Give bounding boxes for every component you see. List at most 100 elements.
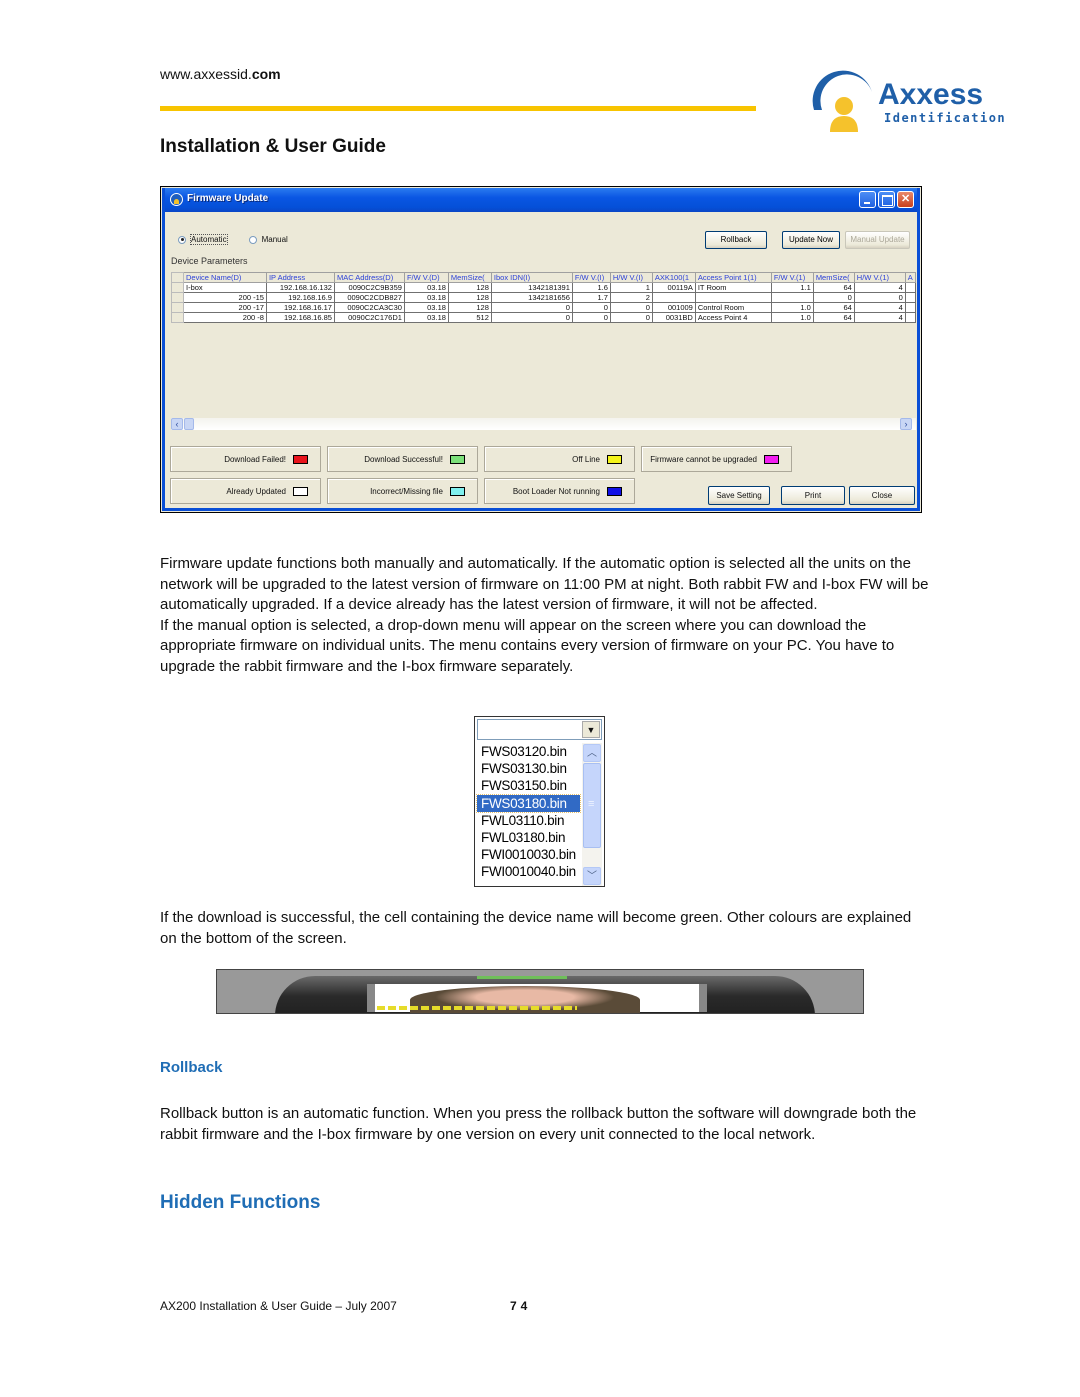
list-scroll-thumb[interactable]: [583, 763, 601, 848]
dropdown-option[interactable]: FWS03150.bin: [477, 777, 580, 794]
dropdown-option[interactable]: FWL03180.bin: [477, 829, 580, 846]
scroll-right-icon[interactable]: ›: [900, 418, 912, 430]
table-cell[interactable]: 128: [447, 282, 492, 293]
table-cell[interactable]: 03.18: [403, 302, 449, 313]
row-header[interactable]: [171, 302, 184, 313]
table-cell[interactable]: 200 -17: [182, 302, 267, 313]
column-header[interactable]: MemSize(: [812, 272, 855, 283]
table-cell[interactable]: 2: [609, 292, 653, 303]
table-cell[interactable]: 0: [490, 312, 573, 323]
rollback-button[interactable]: Rollback: [705, 231, 767, 249]
table-cell[interactable]: 128: [447, 302, 492, 313]
close-button[interactable]: Close: [849, 486, 915, 505]
table-cell[interactable]: 0: [490, 302, 573, 313]
radio-manual[interactable]: [248, 235, 257, 244]
table-cell[interactable]: 0090C2C176D1: [333, 312, 405, 323]
table-cell[interactable]: [904, 312, 917, 323]
table-cell[interactable]: [694, 292, 772, 303]
minimize-icon[interactable]: [859, 191, 876, 208]
table-cell[interactable]: 1.7: [571, 292, 611, 303]
table-cell[interactable]: 1342181391: [490, 282, 573, 293]
column-header[interactable]: H/W V.(I): [609, 272, 653, 283]
table-cell[interactable]: 03.18: [403, 282, 449, 293]
dropdown-option[interactable]: FWS03180.bin: [476, 793, 581, 813]
row-header[interactable]: [171, 312, 184, 323]
table-cell[interactable]: 001009: [651, 302, 696, 313]
row-header[interactable]: [171, 282, 184, 293]
update-now-button[interactable]: Update Now: [782, 231, 840, 249]
table-cell[interactable]: 200 -15: [182, 292, 267, 303]
chevron-down-icon[interactable]: ▼: [582, 721, 600, 738]
table-cell[interactable]: 192.168.16.17: [265, 302, 335, 313]
column-header[interactable]: A: [904, 272, 917, 283]
table-cell[interactable]: 64: [812, 302, 855, 313]
table-cell[interactable]: 03.18: [403, 312, 449, 323]
table-cell[interactable]: IT Room: [694, 282, 772, 293]
table-cell[interactable]: 4: [853, 312, 906, 323]
table-cell[interactable]: 200 -8: [182, 312, 267, 323]
column-header[interactable]: Ibox IDN(I): [490, 272, 573, 283]
firmware-select[interactable]: ▼: [477, 719, 602, 740]
table-cell[interactable]: 0: [812, 292, 855, 303]
table-cell[interactable]: I-box: [182, 282, 267, 293]
table-cell[interactable]: 0: [609, 302, 653, 313]
column-header[interactable]: MemSize(: [447, 272, 492, 283]
table-cell[interactable]: [770, 292, 814, 303]
manual-update-button[interactable]: Manual Update: [845, 231, 910, 249]
table-cell[interactable]: 1342181656: [490, 292, 573, 303]
column-header[interactable]: IP Address: [265, 272, 335, 283]
table-cell[interactable]: 03.18: [403, 292, 449, 303]
table-cell[interactable]: 192.168.16.132: [265, 282, 335, 293]
table-cell[interactable]: [904, 302, 917, 313]
table-cell[interactable]: 0: [571, 302, 611, 313]
table-cell[interactable]: 0: [609, 312, 653, 323]
column-header[interactable]: AXK100(1: [651, 272, 696, 283]
dropdown-option[interactable]: FWI0010030.bin: [477, 846, 580, 863]
table-cell[interactable]: 192.168.16.9: [265, 292, 335, 303]
table-cell[interactable]: 4: [853, 282, 906, 293]
table-cell[interactable]: 192.168.16.85: [265, 312, 335, 323]
horizontal-scrollbar[interactable]: ‹ ›: [171, 418, 916, 430]
column-header[interactable]: H/W V.(1): [853, 272, 906, 283]
scroll-up-icon[interactable]: ︿: [583, 744, 601, 762]
table-cell[interactable]: 1.0: [770, 312, 814, 323]
table-cell[interactable]: [651, 292, 696, 303]
table-cell[interactable]: 1.1: [770, 282, 814, 293]
table-cell[interactable]: 00119A: [651, 282, 696, 293]
print-button[interactable]: Print: [781, 486, 845, 505]
table-row[interactable]: 200 -8 192.168.16.85 0090C2C176D1 03.18 512 0…: [171, 312, 917, 323]
column-header[interactable]: F/W V.(I): [571, 272, 611, 283]
table-cell[interactable]: 1.0: [770, 302, 814, 313]
list-scrollbar[interactable]: ︿ ﹀: [582, 743, 602, 886]
table-cell[interactable]: 0090C2CA3C30: [333, 302, 405, 313]
table-cell[interactable]: 512: [447, 312, 492, 323]
save-setting-button[interactable]: Save Setting: [708, 486, 770, 505]
scroll-down-icon[interactable]: ﹀: [583, 867, 601, 885]
table-cell[interactable]: 0090C2CDB827: [333, 292, 405, 303]
table-cell[interactable]: 0090C2C9B359: [333, 282, 405, 293]
table-cell[interactable]: 0: [853, 292, 906, 303]
scroll-left-icon[interactable]: ‹: [171, 418, 183, 430]
table-row[interactable]: 200 -15 192.168.16.9 0090C2CDB827 03.18 128 1…: [171, 292, 917, 303]
row-header[interactable]: [171, 292, 184, 303]
column-header[interactable]: F/W V.(1): [770, 272, 814, 283]
table-cell[interactable]: Control Room: [694, 302, 772, 313]
radio-manual-label[interactable]: Manual: [262, 235, 288, 244]
table-cell[interactable]: 1.6: [571, 282, 611, 293]
close-icon[interactable]: [897, 191, 914, 208]
scroll-thumb[interactable]: [184, 418, 194, 430]
table-cell[interactable]: 64: [812, 312, 855, 323]
table-cell[interactable]: 1: [609, 282, 653, 293]
table-cell[interactable]: 64: [812, 282, 855, 293]
dropdown-option[interactable]: FWI0010040.bin: [477, 863, 580, 880]
dropdown-option[interactable]: FWL03110.bin: [477, 812, 580, 829]
radio-automatic[interactable]: [178, 235, 186, 244]
dropdown-option[interactable]: FWS03130.bin: [477, 760, 580, 777]
dropdown-option[interactable]: FWS03120.bin: [477, 743, 580, 760]
radio-automatic-label[interactable]: Automatic: [190, 234, 228, 245]
column-header[interactable]: Device Name(D): [182, 272, 267, 283]
table-row[interactable]: 200 -17 192.168.16.17 0090C2CA3C30 03.18 128…: [171, 302, 917, 313]
column-header[interactable]: Access Point 1(1): [694, 272, 772, 283]
column-header[interactable]: MAC Address(D): [333, 272, 405, 283]
table-cell[interactable]: Access Point 4: [694, 312, 772, 323]
